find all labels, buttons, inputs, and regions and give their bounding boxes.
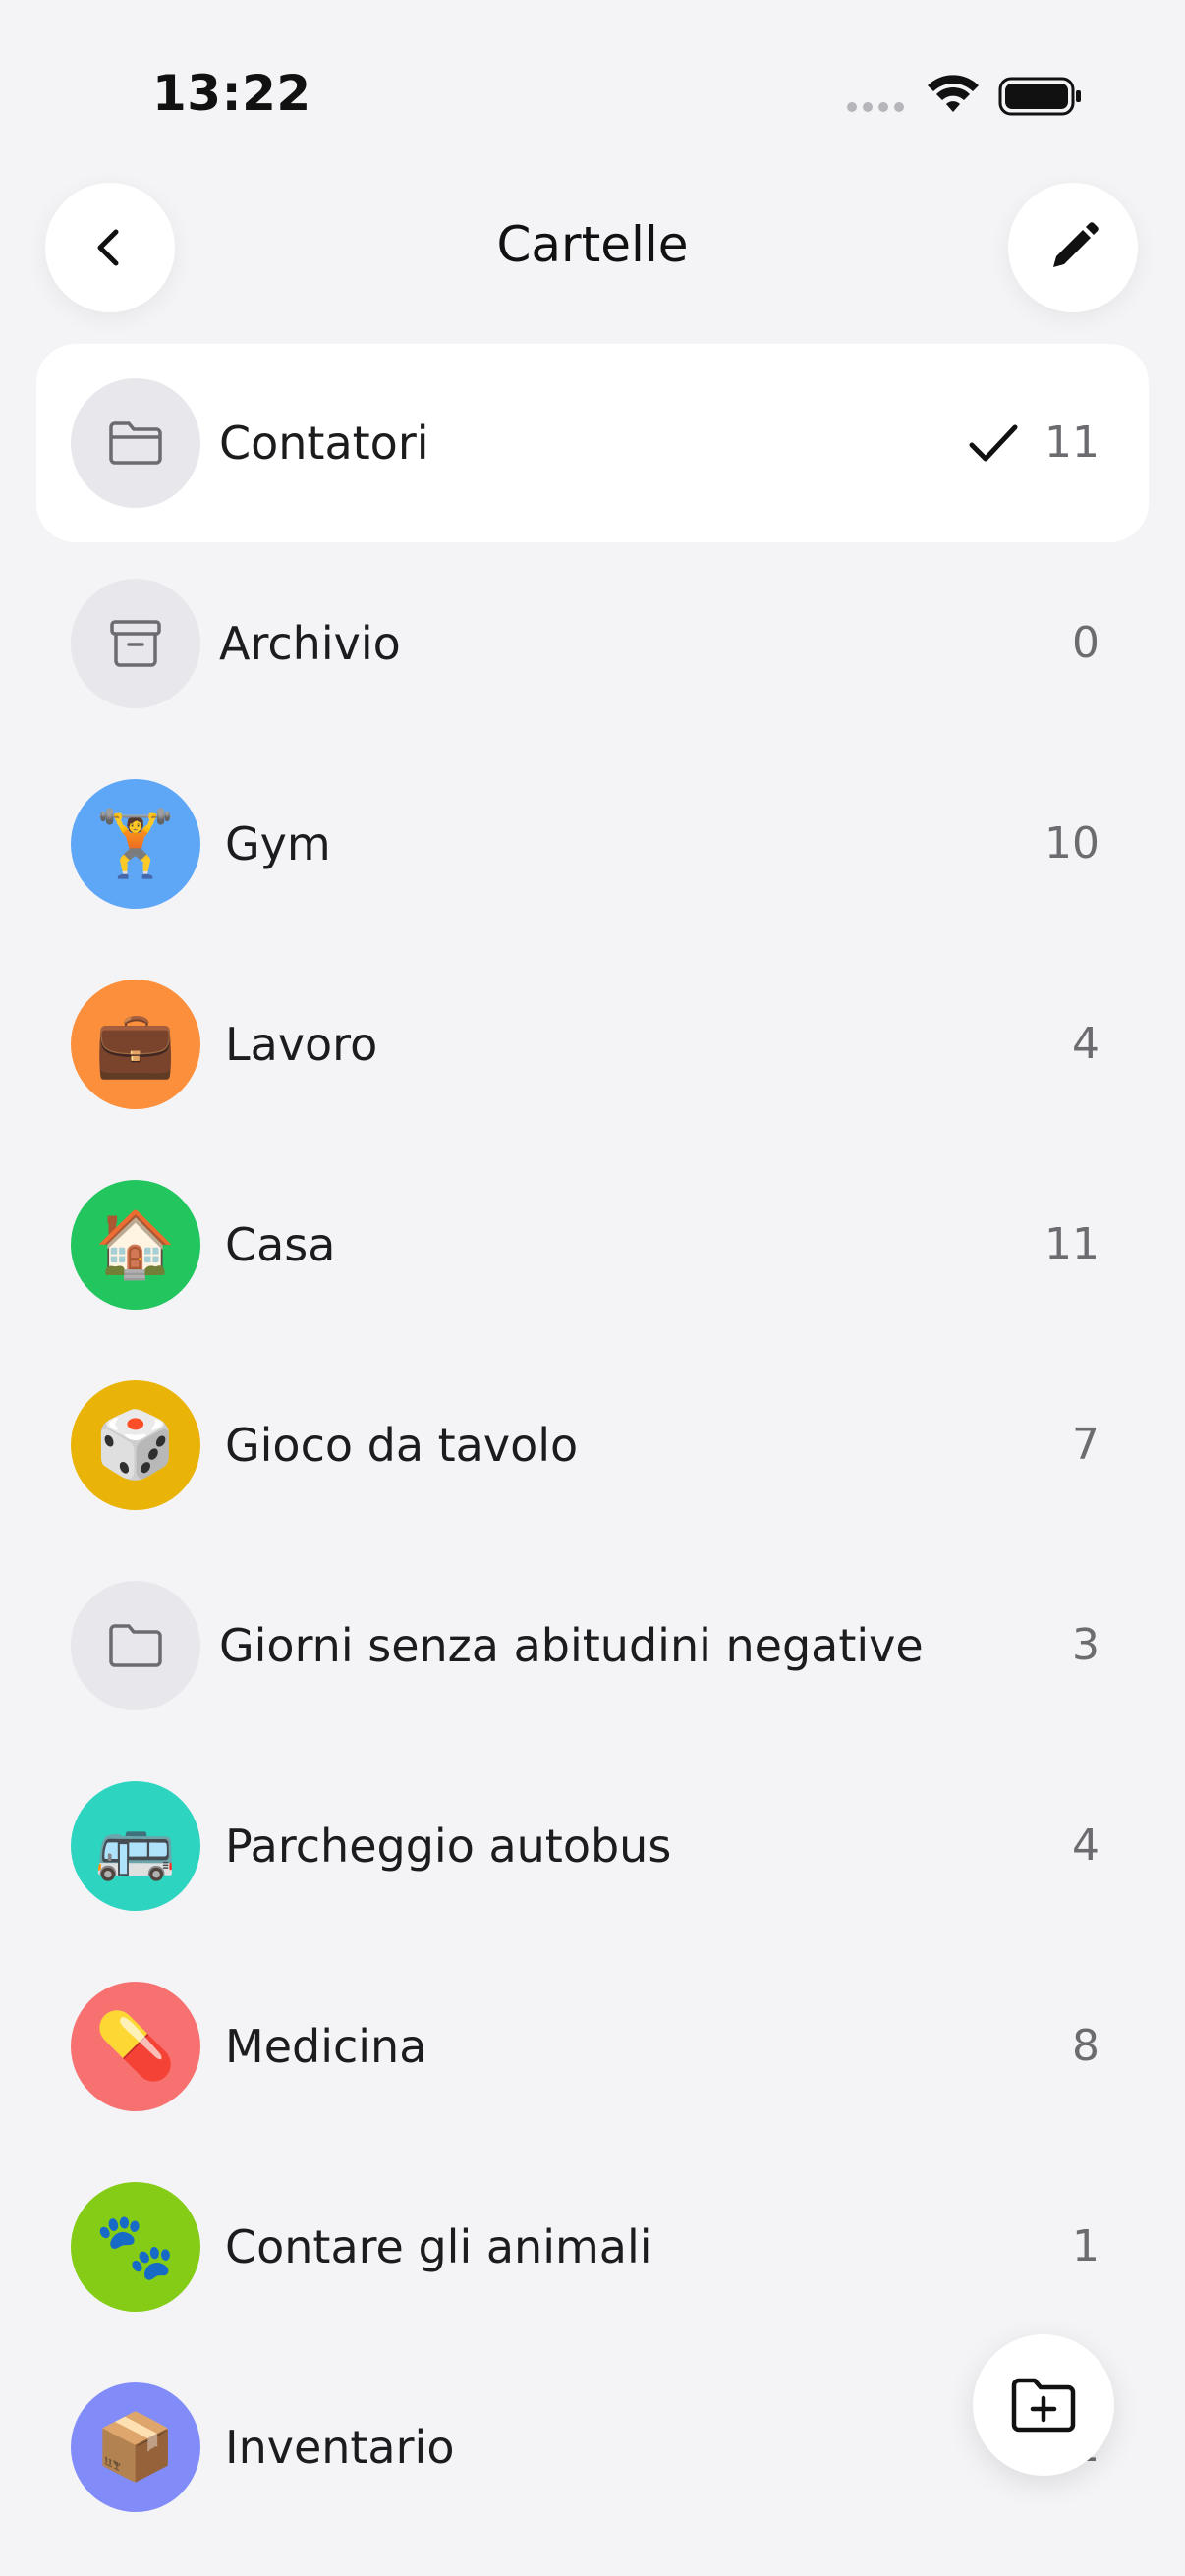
edit-button[interactable] [1008,183,1138,312]
checkmark-icon [969,424,1018,462]
pencil-icon [1053,222,1099,267]
folder-count: 8 [1072,2021,1100,2071]
folder-label: Gym [225,817,331,870]
folder-count: 4 [1072,1019,1100,1069]
paw-prints-icon: 🐾 [71,2182,200,2312]
folder-row-lavoro[interactable]: 💼 Lavoro 4 [36,945,1149,1144]
status-bar: 13:22 [0,0,1185,177]
bus-icon: 🚌 [71,1781,200,1911]
folder-count: 11 [1044,418,1100,468]
folder-label: Lavoro [225,1018,378,1071]
folder-label: Parcheggio autobus [225,1820,672,1873]
folder-row-giorni-senza-abitudini-negative[interactable]: Giorni senza abitudini negative 3 [36,1546,1149,1745]
folder-row-contatori[interactable]: Contatori 11 [36,344,1149,542]
house-icon: 🏠 [71,1180,200,1310]
cellular-signal-icon [847,102,904,112]
folder-label: Casa [225,1218,336,1271]
folder-count: 3 [1072,1620,1100,1670]
folder-label: Gioco da tavolo [225,1419,579,1472]
folder-label: Giorni senza abitudini negative [219,1619,924,1672]
folder-label: Medicina [225,2020,427,2073]
folder-row-gym[interactable]: 🏋️ Gym 10 [36,745,1149,943]
folder-label: Inventario [225,2421,455,2474]
dice-icon: 🎲 [71,1380,200,1510]
folder-row-parcheggio-autobus[interactable]: 🚌 Parcheggio autobus 4 [36,1747,1149,1945]
folder-row-gioco-da-tavolo[interactable]: 🎲 Gioco da tavolo 7 [36,1346,1149,1544]
briefcase-icon: 💼 [71,980,200,1109]
status-time: 13:22 [152,65,311,122]
folder-label: Archivio [219,617,401,670]
pill-icon: 💊 [71,1982,200,2111]
folder-row-casa[interactable]: 🏠 Casa 11 [36,1146,1149,1344]
folder-count: 11 [1044,1219,1100,1269]
wifi-icon [928,75,979,112]
folder-count: 1 [1072,2221,1100,2271]
folder-label: Contare gli animali [225,2220,652,2273]
folder-icon [71,1581,200,1710]
folder-row-medicina[interactable]: 💊 Medicina 8 [36,1947,1149,2146]
folder-count: 10 [1044,818,1100,868]
archive-icon [71,579,200,708]
folder-icon [71,378,200,508]
folder-row-archivio[interactable]: Archivio 0 [36,544,1149,743]
package-icon: 📦 [71,2382,200,2512]
folder-count: 7 [1072,1420,1100,1470]
folder-row-contare-gli-animali[interactable]: 🐾 Contare gli animali 1 [36,2148,1149,2346]
folder-plus-icon [1011,2378,1076,2433]
folder-label: Contatori [219,417,429,470]
weightlifter-icon: 🏋️ [71,779,200,909]
battery-icon [998,77,1081,116]
folder-count: 4 [1072,1820,1100,1871]
folder-count: 0 [1072,618,1100,668]
add-folder-button[interactable] [973,2334,1114,2476]
navigation-bar: Cartelle [0,177,1185,324]
